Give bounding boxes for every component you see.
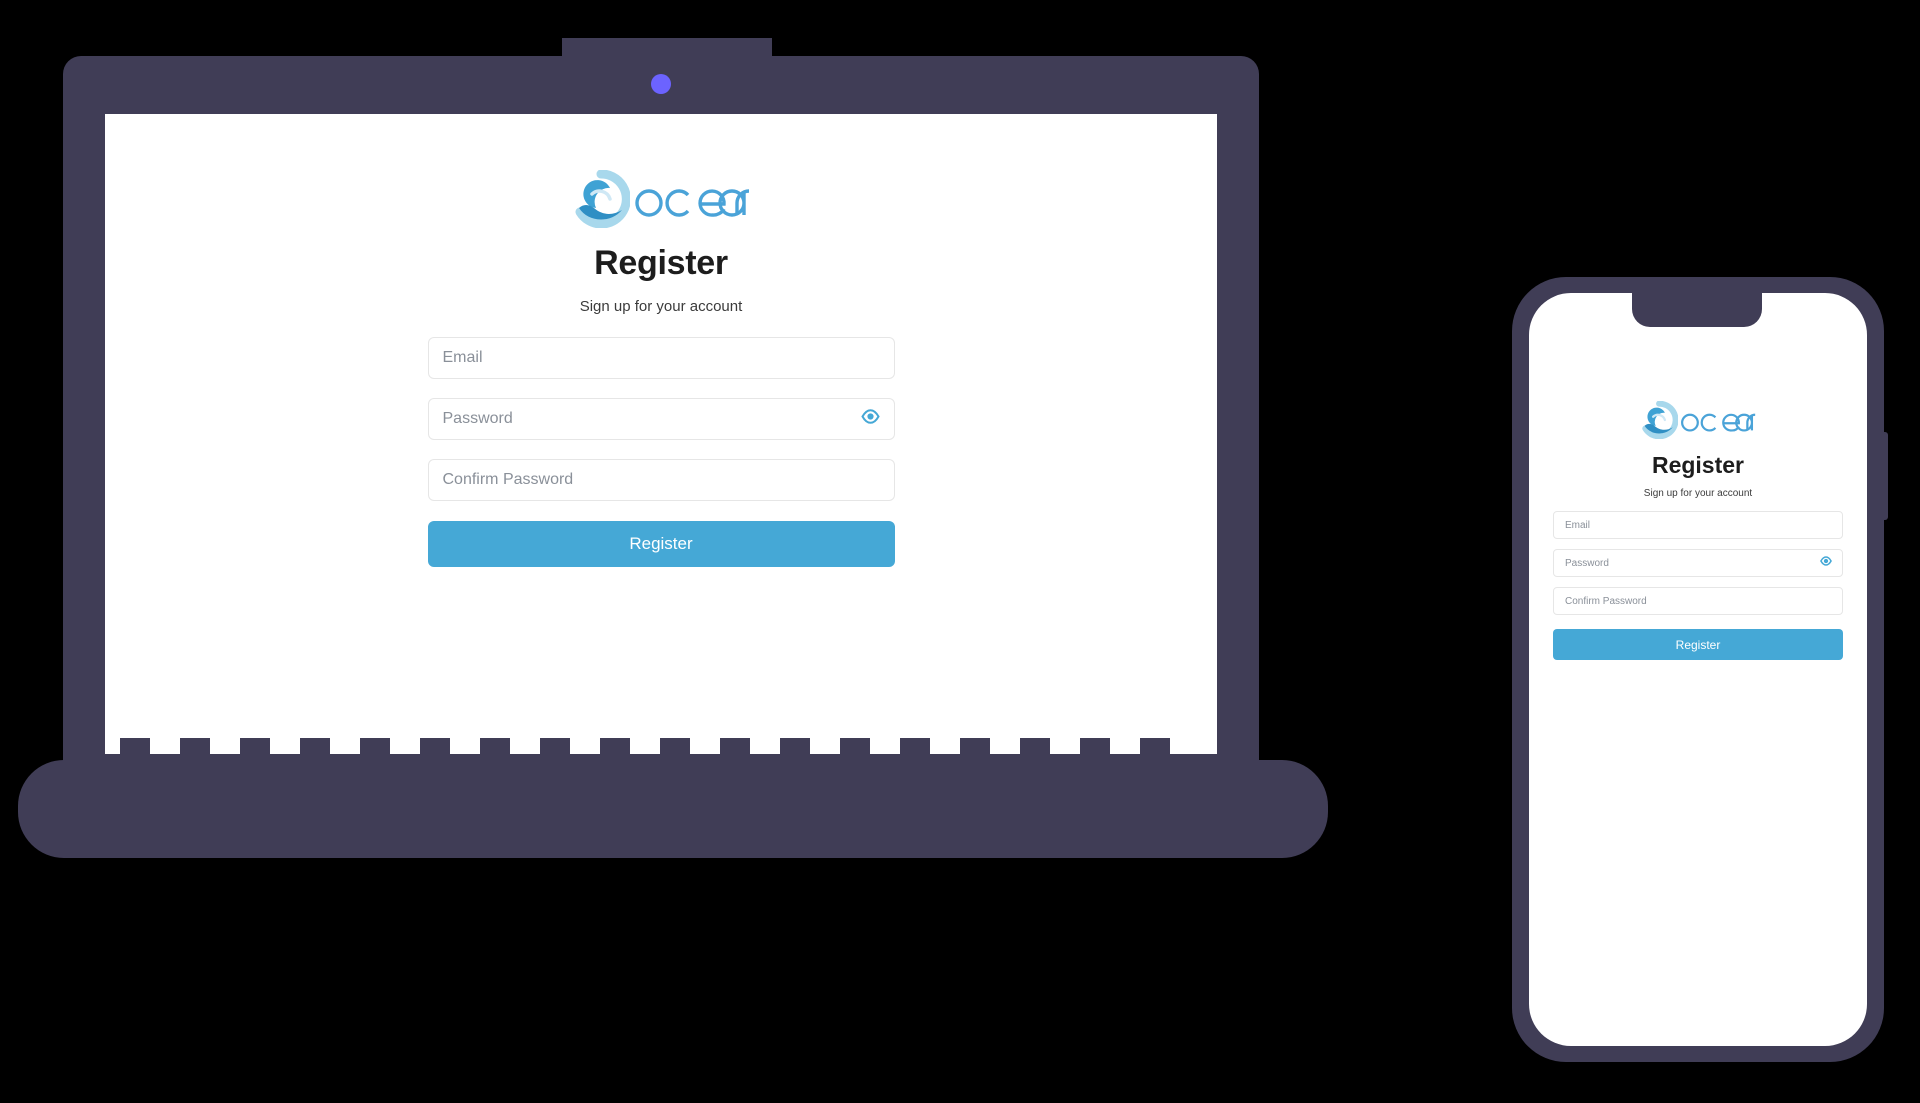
- page-title-mobile: Register: [1651, 452, 1745, 478]
- ocean-wave-circle-icon: [572, 170, 630, 228]
- confirm-password-field-placeholder: Confirm Password: [1565, 595, 1647, 607]
- power-button[interactable]: [1882, 432, 1888, 520]
- brand-wordmark-mobile: [1680, 405, 1756, 440]
- email-field[interactable]: Email: [1553, 511, 1843, 539]
- brand-wordmark-desktop: [634, 176, 750, 222]
- email-field-placeholder: Email: [442, 349, 483, 366]
- password-field-placeholder: Password: [442, 410, 513, 427]
- mockup-stage: Register Sign up for your account Email …: [0, 0, 1920, 1103]
- confirm-password-field-placeholder: Confirm Password: [442, 471, 574, 488]
- register-button[interactable]: Register: [1553, 629, 1843, 660]
- phone-notch: [1632, 293, 1762, 327]
- eye-icon[interactable]: [1820, 554, 1832, 572]
- register-button[interactable]: Register: [427, 521, 895, 567]
- laptop-screen: Register Sign up for your account Email …: [105, 114, 1217, 754]
- eye-icon[interactable]: [860, 407, 880, 431]
- page-title-desktop: Register: [594, 244, 728, 282]
- laptop-base: [18, 760, 1328, 858]
- confirm-password-field[interactable]: Confirm Password: [427, 459, 895, 501]
- phone-screen: Register Sign up for your account Email …: [1529, 293, 1867, 1046]
- page-subtitle-desktop: Sign up for your account: [579, 298, 743, 315]
- password-field[interactable]: Password: [427, 398, 895, 440]
- password-field-placeholder: Password: [1565, 557, 1609, 569]
- brand-logo-desktop: [572, 170, 750, 228]
- form-fields-mobile: Email Password Confirm Password Register: [1553, 511, 1843, 660]
- laptop-bezel-left: [63, 114, 105, 762]
- camera-dot-icon: [651, 74, 671, 94]
- page-subtitle-mobile: Sign up for your account: [1643, 488, 1753, 499]
- register-form-mobile: Register Sign up for your account Email …: [1529, 293, 1867, 660]
- laptop-bezel-right: [1217, 114, 1259, 762]
- email-field-placeholder: Email: [1565, 519, 1591, 531]
- register-form-desktop: Register Sign up for your account Email …: [105, 114, 1217, 567]
- password-field[interactable]: Password: [1553, 549, 1843, 577]
- laptop-mockup: Register Sign up for your account Email …: [0, 0, 1340, 880]
- phone-mockup: Register Sign up for your account Email …: [1512, 277, 1888, 1062]
- confirm-password-field[interactable]: Confirm Password: [1553, 587, 1843, 615]
- ocean-wave-circle-icon: [1640, 400, 1679, 444]
- brand-logo-mobile: [1640, 400, 1756, 444]
- email-field[interactable]: Email: [427, 337, 895, 379]
- form-fields-desktop: Email Password Confirm Password Register: [427, 337, 895, 567]
